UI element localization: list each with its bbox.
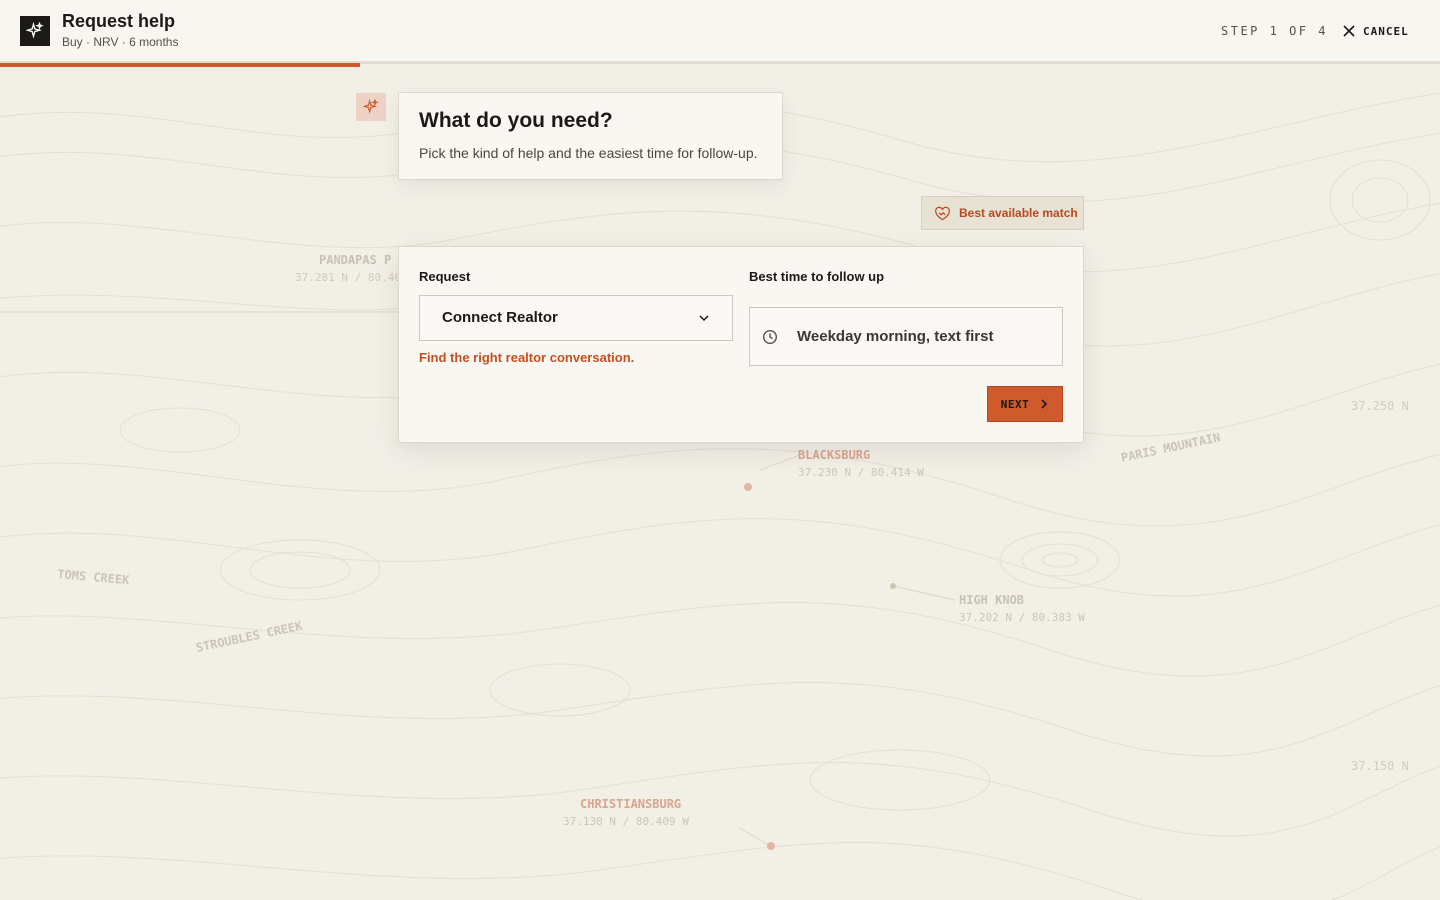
map-label-pandapas: PANDAPAS P xyxy=(319,253,391,267)
next-label: NEXT xyxy=(1000,397,1030,411)
question-title: What do you need? xyxy=(419,109,613,132)
map-coord-blacksburg: 37.230 N / 80.414 W xyxy=(798,466,924,479)
chevron-down-icon xyxy=(699,315,709,322)
question-card: What do you need? Pick the kind of help … xyxy=(398,92,783,180)
request-select-value: Connect Realtor xyxy=(442,309,558,326)
next-button[interactable]: NEXT xyxy=(987,386,1063,422)
time-label: Best time to follow up xyxy=(749,269,885,284)
follow-up-time-input[interactable]: Weekday morning, text first xyxy=(749,307,1063,366)
best-match-label: Best available match xyxy=(959,206,1078,220)
map-label-stroubles-creek: STROUBLES CREEK xyxy=(195,619,305,655)
request-label: Request xyxy=(419,269,471,284)
best-match-badge: Best available match xyxy=(921,196,1084,230)
map-coord-christiansburg: 37.130 N / 80.409 W xyxy=(563,815,689,828)
map-label-blacksburg: BLACKSBURG xyxy=(798,448,870,462)
top-header: Request help Buy · NRV · 6 months STEP 1… xyxy=(0,0,1440,64)
clock-icon xyxy=(762,329,778,345)
request-hint: Find the right realtor conversation. xyxy=(419,350,635,365)
chevron-right-icon xyxy=(1041,399,1048,409)
close-icon xyxy=(1343,25,1355,37)
sparkle-icon xyxy=(20,16,50,46)
map-latitude-label: 37.250 N xyxy=(1351,399,1409,413)
cancel-label: CANCEL xyxy=(1363,24,1409,38)
progress-bar xyxy=(0,63,360,67)
map-latitude-label: 37.150 N xyxy=(1351,759,1409,773)
sparkle-icon xyxy=(356,93,386,121)
page-title: Request help xyxy=(62,11,176,31)
map-label-high-knob: HIGH KNOB xyxy=(959,593,1024,607)
map-label-christiansburg: CHRISTIANSBURG xyxy=(580,797,681,811)
question-description: Pick the kind of help and the easiest ti… xyxy=(419,145,758,161)
page-subtitle: Buy · NRV · 6 months xyxy=(62,35,179,49)
request-form-card: Request Connect Realtor Find the right r… xyxy=(398,246,1084,443)
map-coord-pandapas: 37.281 N / 80.40 xyxy=(295,271,401,284)
follow-up-time-value: Weekday morning, text first xyxy=(797,328,994,345)
step-indicator: STEP 1 OF 4 xyxy=(1221,24,1328,38)
map-coord-high-knob: 37.202 N / 80.383 W xyxy=(959,611,1085,624)
request-select[interactable]: Connect Realtor xyxy=(419,295,733,341)
cancel-button[interactable]: CANCEL xyxy=(1343,22,1409,40)
map-label-toms-creek: TOMS CREEK xyxy=(57,567,131,587)
handshake-shield-icon xyxy=(935,206,950,220)
